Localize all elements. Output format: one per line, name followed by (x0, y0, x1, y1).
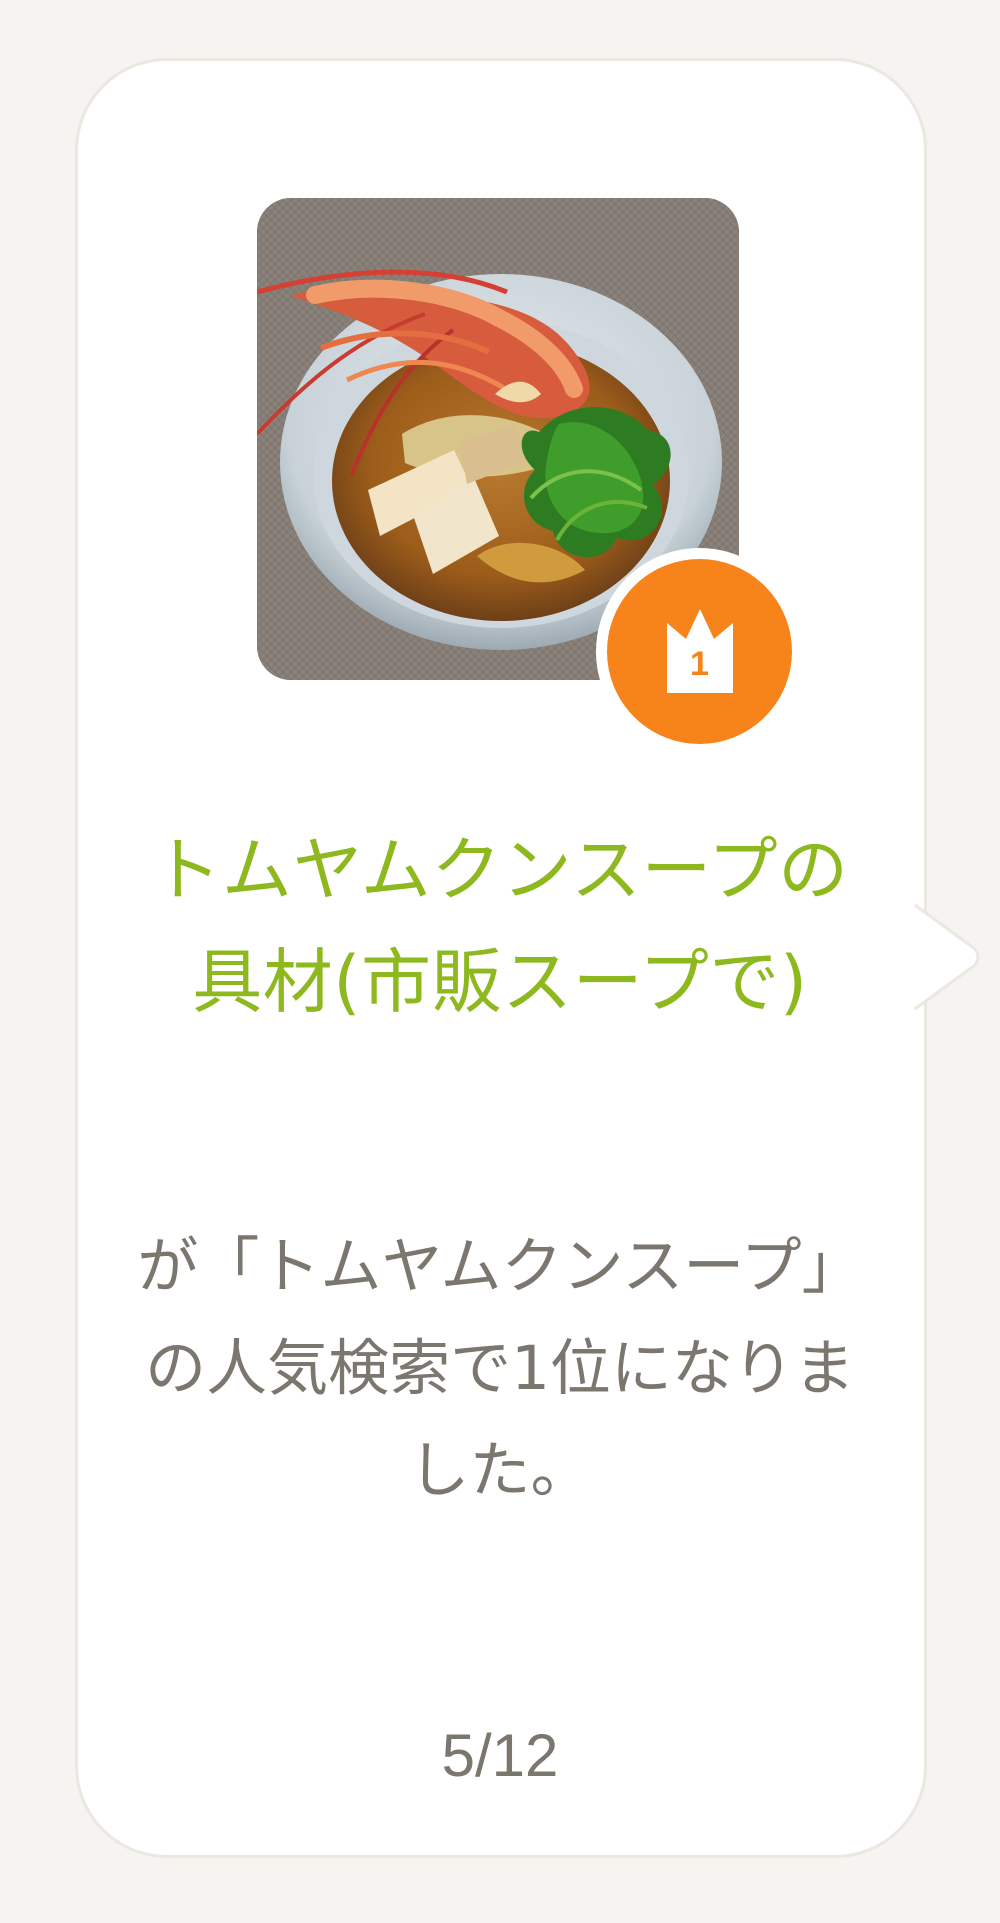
rank-badge: 1 (596, 548, 803, 755)
ranking-message: が「トムヤムクンスープ」の人気検索で1位になりました。 (137, 1231, 863, 1506)
speech-bubble-tail (914, 903, 980, 1011)
rank-number: 1 (690, 645, 709, 683)
page-indicator: 5/12 (441, 1722, 559, 1789)
notification-page: 1 トムヤムクンスープの具材(市販スープで) が「トムヤムクンスープ」の人気検索… (0, 0, 1000, 1923)
recipe-title-link[interactable]: トムヤムクンスープの具材(市販スープで) (140, 814, 860, 1038)
